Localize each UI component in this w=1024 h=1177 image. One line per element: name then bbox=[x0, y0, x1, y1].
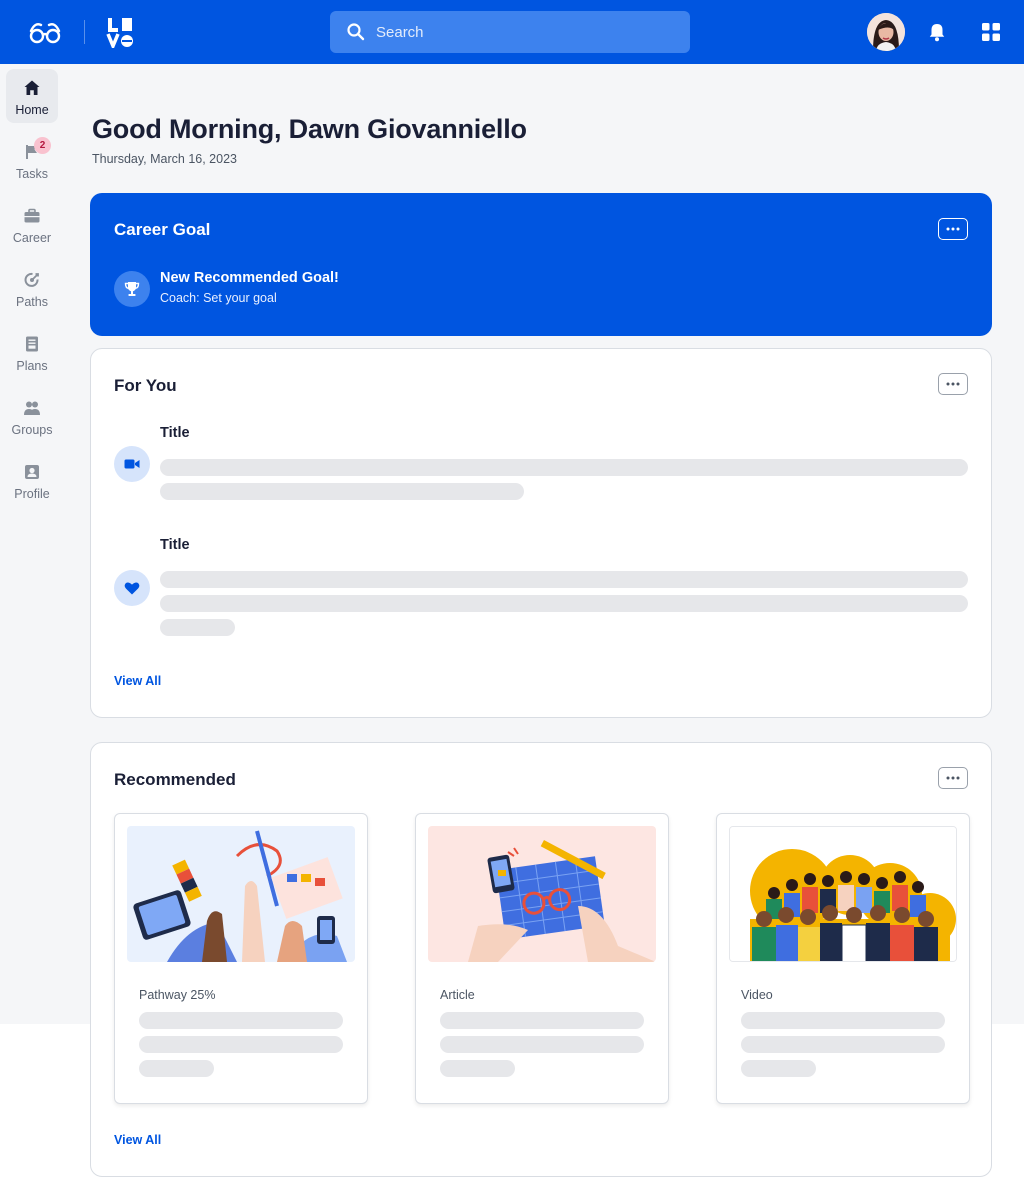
target-path-icon bbox=[24, 272, 39, 287]
card-title: Recommended bbox=[114, 770, 236, 789]
recommended-view-all-link[interactable]: View All bbox=[114, 1133, 161, 1147]
for-you-card: For You Title Title View All bbox=[90, 348, 992, 718]
user-avatar[interactable] bbox=[867, 13, 905, 51]
item-title: Title bbox=[160, 537, 190, 553]
tile-label: Pathway 25% bbox=[139, 988, 216, 1002]
sidebar-item-plans[interactable]: Plans bbox=[6, 325, 58, 379]
skeleton-line bbox=[160, 619, 235, 636]
document-icon bbox=[26, 336, 38, 352]
sidebar-item-groups[interactable]: Groups bbox=[6, 389, 58, 443]
sidebar-item-home[interactable]: Home bbox=[6, 69, 58, 123]
recommended-tile-pathway[interactable]: Pathway 25% bbox=[114, 813, 368, 1104]
hands-collaboration-illustration bbox=[127, 826, 355, 962]
notifications-bell-icon[interactable] bbox=[926, 21, 948, 43]
skeleton-line bbox=[440, 1060, 515, 1077]
recommended-tile-article[interactable]: Article bbox=[415, 813, 669, 1104]
tile-label: Article bbox=[440, 988, 475, 1002]
more-horizontal-icon bbox=[946, 227, 960, 231]
sidebar-item-label: Profile bbox=[14, 487, 50, 501]
skeleton-line bbox=[139, 1036, 343, 1053]
user-portrait-icon bbox=[867, 13, 905, 51]
trophy-badge bbox=[114, 271, 150, 307]
recommended-tile-video[interactable]: Video bbox=[716, 813, 970, 1104]
skeleton-line bbox=[160, 483, 524, 500]
sidebar-item-tasks[interactable]: 2 Tasks bbox=[6, 133, 58, 187]
top-bar bbox=[0, 0, 1024, 64]
briefcase-icon bbox=[24, 208, 40, 223]
skeleton-line bbox=[741, 1012, 945, 1029]
card-title: For You bbox=[114, 376, 177, 395]
more-horizontal-icon bbox=[946, 776, 960, 780]
header-divider bbox=[84, 20, 85, 44]
sidebar-item-label: Tasks bbox=[16, 167, 48, 181]
more-horizontal-icon bbox=[946, 382, 960, 386]
skeleton-line bbox=[160, 595, 968, 612]
skeleton-line bbox=[741, 1036, 945, 1053]
for-you-more-button[interactable] bbox=[938, 373, 968, 395]
goal-title[interactable]: New Recommended Goal! bbox=[160, 270, 339, 286]
career-goal-more-button[interactable] bbox=[938, 218, 968, 240]
video-camera-icon bbox=[124, 459, 140, 469]
recommended-more-button[interactable] bbox=[938, 767, 968, 789]
skeleton-line bbox=[741, 1060, 816, 1077]
skeleton-line bbox=[440, 1012, 644, 1029]
video-badge bbox=[114, 446, 150, 482]
skeleton-line bbox=[440, 1036, 644, 1053]
tasks-count-badge: 2 bbox=[34, 137, 51, 154]
page-title: Good Morning, Dawn Giovanniello bbox=[92, 114, 527, 144]
career-goal-card: Career Goal New Recommended Goal! Coach:… bbox=[90, 193, 992, 336]
skeleton-line bbox=[139, 1060, 214, 1077]
profile-card-icon bbox=[25, 465, 39, 479]
search-bar[interactable] bbox=[330, 11, 690, 53]
skeleton-line bbox=[160, 571, 968, 588]
card-title: Career Goal bbox=[114, 220, 211, 239]
goal-subtitle: Coach: Set your goal bbox=[160, 291, 277, 305]
glasses-logo-icon[interactable] bbox=[27, 19, 63, 45]
sidebar-item-label: Groups bbox=[11, 423, 53, 437]
sidebar-item-label: Career bbox=[12, 231, 52, 245]
sidebar-item-paths[interactable]: Paths bbox=[6, 261, 58, 315]
sidebar-item-label: Home bbox=[15, 103, 49, 117]
diverse-crowd-illustration bbox=[729, 826, 957, 962]
home-icon bbox=[24, 80, 40, 95]
tile-label: Video bbox=[741, 988, 773, 1002]
search-input[interactable] bbox=[376, 23, 676, 41]
sidebar-item-career[interactable]: Career bbox=[6, 197, 58, 251]
skeleton-line bbox=[160, 459, 968, 476]
sidebar-item-label: Paths bbox=[16, 295, 48, 309]
heart-icon bbox=[124, 582, 140, 595]
current-date: Thursday, March 16, 2023 bbox=[92, 152, 237, 166]
item-title: Title bbox=[160, 425, 190, 441]
apps-grid-icon[interactable] bbox=[980, 21, 1002, 43]
skeleton-line bbox=[139, 1012, 343, 1029]
for-you-view-all-link[interactable]: View All bbox=[114, 674, 161, 688]
trophy-icon bbox=[124, 282, 140, 296]
heart-badge bbox=[114, 570, 150, 606]
sidebar-item-label: Plans bbox=[16, 359, 48, 373]
people-group-icon bbox=[24, 401, 40, 415]
live-logo-icon[interactable] bbox=[106, 16, 136, 48]
recommended-card: Recommended Pathway 25% Article Video Vi… bbox=[90, 742, 992, 1177]
search-icon bbox=[347, 23, 365, 41]
sidebar-item-profile[interactable]: Profile bbox=[6, 453, 58, 507]
drawing-glasses-illustration bbox=[428, 826, 656, 962]
